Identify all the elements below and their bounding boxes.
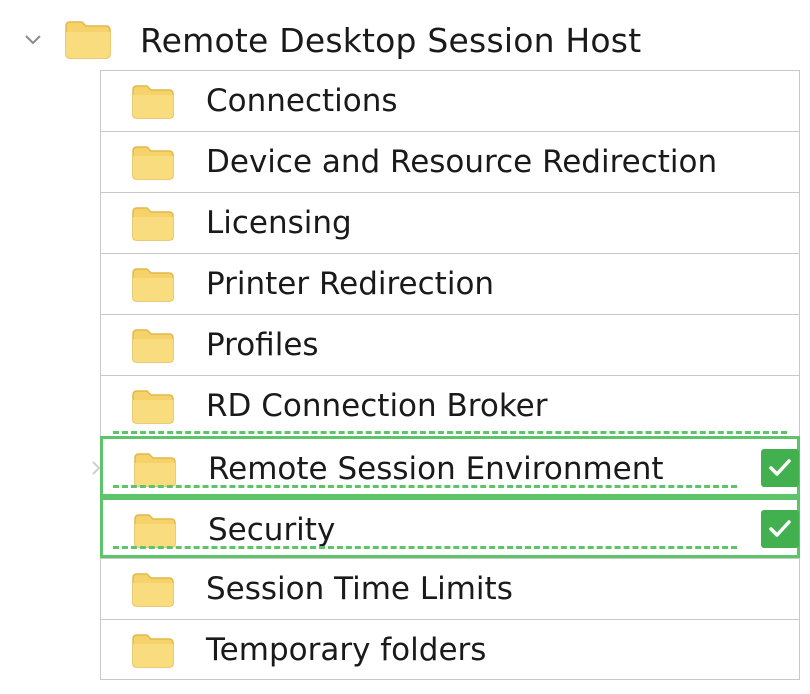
folder-icon xyxy=(132,329,174,363)
check-badge xyxy=(761,449,799,487)
tree-node-label: Remote Desktop Session Host xyxy=(140,21,642,60)
child-node-list: Connections Device and Resource Redirecti… xyxy=(92,70,800,680)
tree-node-remote-desktop-session-host[interactable]: Remote Desktop Session Host xyxy=(0,8,810,72)
folder-icon xyxy=(132,634,174,668)
tree-node-session-time-limits[interactable]: Session Time Limits xyxy=(100,558,800,619)
tree-node-label: RD Connection Broker xyxy=(206,388,548,424)
tree-node-profiles[interactable]: Profiles xyxy=(100,314,800,375)
folder-icon xyxy=(132,390,174,424)
checkmark-icon xyxy=(769,520,791,537)
tree-node-printer-redirection[interactable]: Printer Redirection xyxy=(100,253,800,314)
tree-node-label: Temporary folders xyxy=(206,632,487,668)
tree-node-licensing[interactable]: Licensing xyxy=(100,192,800,253)
selection-dash-underline xyxy=(113,546,737,549)
folder-icon xyxy=(134,514,176,548)
folder-icon xyxy=(132,573,174,607)
tree-node-label: Session Time Limits xyxy=(206,571,513,607)
tree-node-device-and-resource-redirection[interactable]: Device and Resource Redirection xyxy=(100,131,800,192)
tree-node-remote-session-environment[interactable]: Remote Session Environment xyxy=(92,431,800,497)
folder-icon xyxy=(132,268,174,302)
tree-node-label: Device and Resource Redirection xyxy=(206,144,718,180)
chevron-down-icon[interactable] xyxy=(22,28,44,50)
tree-node-label: Licensing xyxy=(206,205,352,241)
tree-node-temporary-folders[interactable]: Temporary folders xyxy=(100,619,800,680)
folder-icon xyxy=(132,207,174,241)
tree-node-rd-connection-broker[interactable]: RD Connection Broker xyxy=(100,375,800,436)
tree-node-connections[interactable]: Connections xyxy=(100,70,800,131)
tree-node-label: Connections xyxy=(206,83,398,119)
chevron-right-icon[interactable] xyxy=(89,457,103,479)
selection-dash-underline xyxy=(113,485,737,488)
tree-node-label: Printer Redirection xyxy=(206,266,495,302)
checkmark-icon xyxy=(769,459,791,476)
selection-dash-top xyxy=(113,431,787,434)
tree-view: Remote Desktop Session Host Connections D… xyxy=(0,0,810,694)
tree-node-security[interactable]: Security xyxy=(100,497,800,558)
tree-node-label: Profiles xyxy=(206,327,319,363)
folder-icon xyxy=(65,21,111,59)
folder-icon xyxy=(132,146,174,180)
check-badge xyxy=(761,510,799,548)
folder-icon xyxy=(134,453,176,487)
folder-icon xyxy=(132,85,174,119)
